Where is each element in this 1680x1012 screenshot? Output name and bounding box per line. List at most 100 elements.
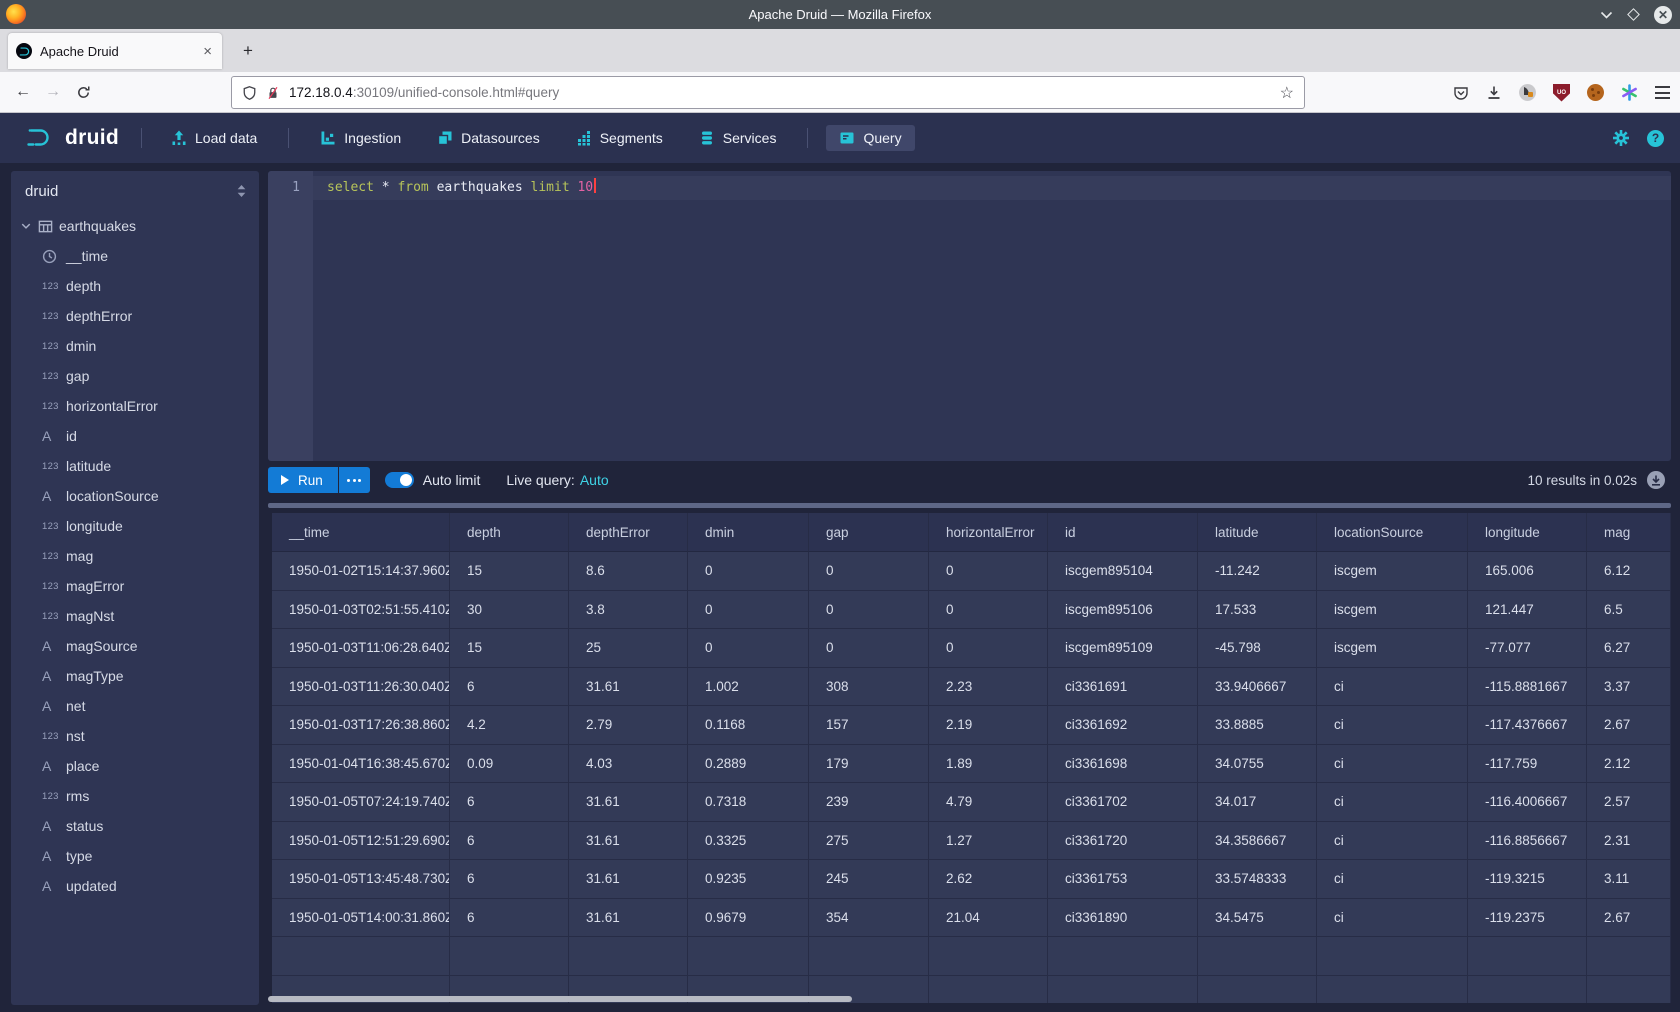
tree-item-column[interactable]: 123 depthError bbox=[11, 301, 259, 331]
table-cell[interactable]: 31.61 bbox=[569, 822, 688, 861]
horizontal-scrollbar[interactable] bbox=[268, 996, 852, 1002]
table-header-cell[interactable]: gap bbox=[809, 513, 929, 552]
table-header-cell[interactable]: longitude bbox=[1468, 513, 1587, 552]
nav-services[interactable]: Services bbox=[686, 125, 790, 151]
table-cell[interactable]: 2.12 bbox=[1587, 745, 1671, 784]
table-header-cell[interactable]: dmin bbox=[688, 513, 809, 552]
table-cell[interactable]: 2.67 bbox=[1587, 706, 1671, 745]
table-cell[interactable]: 1950-01-05T14:00:31.860Z bbox=[272, 899, 450, 938]
table-cell[interactable]: 8.6 bbox=[569, 552, 688, 591]
table-cell[interactable]: 17.533 bbox=[1198, 591, 1317, 630]
tree-item-column[interactable]: 123 dmin bbox=[11, 331, 259, 361]
table-cell[interactable]: 4.2 bbox=[450, 706, 569, 745]
table-cell[interactable]: 1950-01-03T17:26:38.860Z bbox=[272, 706, 450, 745]
table-cell[interactable]: 1950-01-03T11:06:28.640Z bbox=[272, 629, 450, 668]
table-cell[interactable]: 33.8885 bbox=[1198, 706, 1317, 745]
table-header-cell[interactable]: id bbox=[1048, 513, 1198, 552]
table-cell[interactable]: 0 bbox=[809, 591, 929, 630]
table-cell[interactable]: -116.4006667 bbox=[1468, 783, 1587, 822]
table-cell[interactable]: 6 bbox=[450, 783, 569, 822]
table-cell[interactable]: 0 bbox=[688, 552, 809, 591]
tree-item-column[interactable]: A type bbox=[11, 841, 259, 871]
table-cell[interactable]: iscgem bbox=[1317, 552, 1468, 591]
table-cell[interactable]: 121.447 bbox=[1468, 591, 1587, 630]
url-bar[interactable]: 172.18.0.4:30109/unified-console.html#qu… bbox=[231, 76, 1305, 109]
table-cell[interactable]: 0.1168 bbox=[688, 706, 809, 745]
table-cell[interactable]: 0 bbox=[929, 591, 1048, 630]
tree-item-column[interactable]: A id bbox=[11, 421, 259, 451]
reload-icon[interactable] bbox=[68, 77, 98, 107]
table-header-cell[interactable]: locationSource bbox=[1317, 513, 1468, 552]
table-cell[interactable]: 31.61 bbox=[569, 668, 688, 707]
table-cell[interactable]: 0.2889 bbox=[688, 745, 809, 784]
table-cell[interactable]: 0 bbox=[688, 629, 809, 668]
table-header-cell[interactable]: mag bbox=[1587, 513, 1671, 552]
table-cell[interactable]: ci3361890 bbox=[1048, 899, 1198, 938]
table-cell[interactable]: -11.242 bbox=[1198, 552, 1317, 591]
run-button[interactable]: Run bbox=[268, 467, 338, 493]
table-cell[interactable]: ci bbox=[1317, 706, 1468, 745]
chevron-down-icon[interactable] bbox=[20, 220, 32, 232]
run-more-button[interactable] bbox=[339, 467, 370, 493]
tree-item-column[interactable]: A magType bbox=[11, 661, 259, 691]
extension-cookie-icon[interactable] bbox=[1587, 84, 1604, 101]
table-header-cell[interactable]: horizontalError bbox=[929, 513, 1048, 552]
table-cell[interactable]: 2.31 bbox=[1587, 822, 1671, 861]
table-cell[interactable]: 6 bbox=[450, 860, 569, 899]
table-cell[interactable]: 0 bbox=[809, 629, 929, 668]
table-cell[interactable]: 0.9679 bbox=[688, 899, 809, 938]
table-cell[interactable]: 0 bbox=[929, 629, 1048, 668]
schema-name[interactable]: druid bbox=[25, 183, 236, 200]
tree-item-column[interactable]: A locationSource bbox=[11, 481, 259, 511]
browser-tab[interactable]: Apache Druid × bbox=[8, 33, 222, 69]
table-cell[interactable]: ci bbox=[1317, 899, 1468, 938]
tree-item-column[interactable]: 123 mag bbox=[11, 541, 259, 571]
sql-editor[interactable]: 1 select * from earthquakes limit 10 bbox=[268, 171, 1671, 461]
table-cell[interactable]: 0.7318 bbox=[688, 783, 809, 822]
tree-item-column[interactable]: 123 depth bbox=[11, 271, 259, 301]
table-cell[interactable]: iscgem bbox=[1317, 591, 1468, 630]
table-cell[interactable]: 2.23 bbox=[929, 668, 1048, 707]
table-cell[interactable]: ci3361698 bbox=[1048, 745, 1198, 784]
table-cell[interactable]: 3.8 bbox=[569, 591, 688, 630]
table-cell[interactable]: 1950-01-05T07:24:19.740Z bbox=[272, 783, 450, 822]
table-cell[interactable]: ci3361692 bbox=[1048, 706, 1198, 745]
nav-segments[interactable]: Segments bbox=[563, 125, 676, 151]
table-cell[interactable]: ci bbox=[1317, 822, 1468, 861]
table-cell[interactable]: 6 bbox=[450, 822, 569, 861]
tree-item-column[interactable]: A magSource bbox=[11, 631, 259, 661]
panel-splitter[interactable] bbox=[268, 503, 1671, 508]
table-cell[interactable]: 4.79 bbox=[929, 783, 1048, 822]
tree-item-earthquakes[interactable]: earthquakes bbox=[11, 211, 259, 241]
table-cell[interactable]: 1950-01-05T13:45:48.730Z bbox=[272, 860, 450, 899]
download-results-icon[interactable] bbox=[1647, 471, 1665, 489]
nav-datasources[interactable]: Datasources bbox=[424, 125, 553, 151]
table-cell[interactable]: iscgem895109 bbox=[1048, 629, 1198, 668]
table-cell[interactable]: 6 bbox=[450, 668, 569, 707]
table-cell[interactable]: ci3361702 bbox=[1048, 783, 1198, 822]
auto-limit-toggle[interactable] bbox=[385, 472, 414, 488]
table-cell[interactable]: 6 bbox=[450, 899, 569, 938]
live-query-value[interactable]: Auto bbox=[580, 472, 609, 488]
table-cell[interactable]: 1.89 bbox=[929, 745, 1048, 784]
table-cell[interactable]: 2.57 bbox=[1587, 783, 1671, 822]
table-header-cell[interactable]: latitude bbox=[1198, 513, 1317, 552]
extension-privacy-icon[interactable] bbox=[1519, 84, 1536, 101]
tree-item-column[interactable]: 123 magNst bbox=[11, 601, 259, 631]
new-tab-button[interactable]: + bbox=[236, 39, 260, 63]
table-cell[interactable]: 21.04 bbox=[929, 899, 1048, 938]
table-cell[interactable]: 1950-01-03T02:51:55.410Z bbox=[272, 591, 450, 630]
tree-item-column[interactable]: 123 magError bbox=[11, 571, 259, 601]
table-cell[interactable]: 1.002 bbox=[688, 668, 809, 707]
table-cell[interactable]: ci bbox=[1317, 668, 1468, 707]
table-cell[interactable]: 157 bbox=[809, 706, 929, 745]
table-cell[interactable]: 34.3586667 bbox=[1198, 822, 1317, 861]
tree-item-column[interactable]: 123 horizontalError bbox=[11, 391, 259, 421]
table-cell[interactable]: ci bbox=[1317, 860, 1468, 899]
table-cell[interactable]: ci3361691 bbox=[1048, 668, 1198, 707]
table-cell[interactable]: -115.8881667 bbox=[1468, 668, 1587, 707]
table-cell[interactable]: 3.37 bbox=[1587, 668, 1671, 707]
table-cell[interactable]: 6.5 bbox=[1587, 591, 1671, 630]
table-cell[interactable]: iscgem bbox=[1317, 629, 1468, 668]
help-icon[interactable]: ? bbox=[1647, 130, 1664, 147]
